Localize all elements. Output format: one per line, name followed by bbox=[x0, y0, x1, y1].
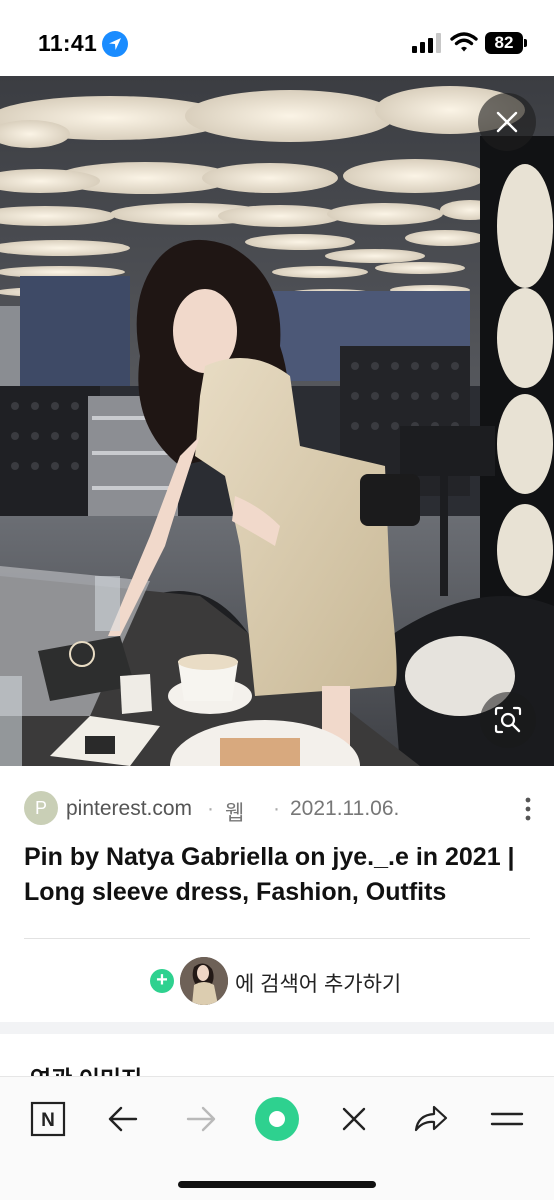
naver-n-icon: N bbox=[30, 1101, 66, 1137]
source-avatar: P bbox=[24, 791, 58, 825]
home-indicator bbox=[178, 1181, 376, 1188]
result-title[interactable]: Pin by Natya Gabriella on jye._.e in 202… bbox=[24, 840, 529, 910]
back-button[interactable] bbox=[98, 1093, 150, 1145]
plus-icon: + bbox=[150, 969, 174, 993]
back-arrow-icon bbox=[108, 1106, 138, 1132]
image-thumbnail bbox=[180, 957, 228, 1005]
source-type: 웹 bbox=[225, 802, 245, 825]
battery-level: 82 bbox=[485, 32, 523, 54]
battery-nub bbox=[524, 39, 527, 47]
source-domain[interactable]: pinterest.com bbox=[66, 797, 192, 821]
forward-button[interactable] bbox=[174, 1093, 226, 1145]
source-date: 2021.11.06. bbox=[290, 797, 400, 820]
separator-dot: · bbox=[207, 797, 214, 820]
divider bbox=[24, 938, 530, 939]
green-dot-button[interactable] bbox=[251, 1093, 303, 1145]
menu-icon bbox=[490, 1112, 524, 1126]
separator-dot: · bbox=[273, 797, 280, 820]
source-row[interactable]: P pinterest.com · 웹 · 2021.11.06. bbox=[24, 790, 534, 826]
section-separator bbox=[0, 1022, 554, 1034]
close-tab-button[interactable] bbox=[328, 1093, 380, 1145]
lens-search-button[interactable] bbox=[480, 692, 536, 748]
more-vertical-icon[interactable] bbox=[520, 796, 536, 822]
location-icon bbox=[102, 31, 128, 57]
share-button[interactable] bbox=[404, 1093, 456, 1145]
status-time: 11:41 bbox=[38, 30, 98, 56]
wifi-icon bbox=[450, 32, 478, 52]
signal-icon bbox=[412, 33, 441, 53]
status-bar: 11:41 82 bbox=[0, 0, 554, 76]
app-screen: 11:41 82 P pinterest.com · 웹 · 2021.11.0… bbox=[0, 0, 554, 1200]
naver-home-button[interactable]: N bbox=[22, 1093, 74, 1145]
green-dot-icon bbox=[255, 1097, 299, 1141]
add-to-search-button[interactable]: + 에 검색어 추가하기 bbox=[150, 955, 450, 1005]
close-x-icon bbox=[342, 1107, 366, 1131]
close-button[interactable] bbox=[478, 93, 536, 151]
main-image[interactable] bbox=[0, 76, 554, 766]
close-icon bbox=[496, 111, 518, 133]
restaurant-photo bbox=[0, 76, 554, 766]
share-icon bbox=[414, 1105, 448, 1132]
add-to-search-label: 에 검색어 추가하기 bbox=[235, 973, 402, 996]
svg-text:N: N bbox=[41, 1110, 55, 1131]
lens-search-icon bbox=[494, 706, 522, 734]
forward-arrow-icon bbox=[186, 1106, 216, 1132]
menu-button[interactable] bbox=[481, 1093, 533, 1145]
